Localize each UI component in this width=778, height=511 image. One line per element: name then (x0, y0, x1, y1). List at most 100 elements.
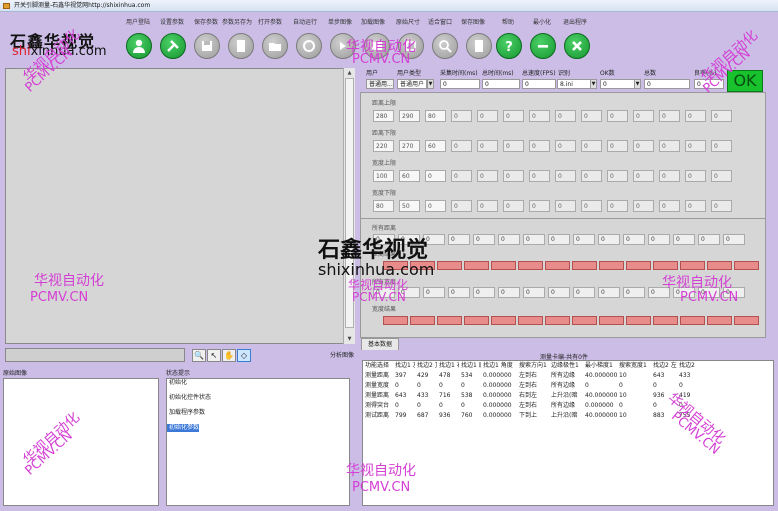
menu-item[interactable]: 最小化 (533, 17, 551, 26)
scroll-down-icon[interactable]: ▼ (345, 335, 354, 343)
range-value[interactable]: 0 (451, 200, 472, 212)
range-value[interactable]: 270 (399, 140, 420, 152)
range-value[interactable]: 0 (503, 170, 524, 182)
range-value[interactable]: 0 (711, 140, 732, 152)
range-value[interactable]: 0 (581, 140, 602, 152)
count-arrow[interactable]: ▼ (634, 79, 641, 89)
top-field-value[interactable]: 普通用... (366, 79, 394, 89)
help-button[interactable]: ? (496, 33, 522, 59)
range-value[interactable]: 0 (581, 110, 602, 122)
save-button[interactable] (194, 33, 220, 59)
top-field-value[interactable]: 普通用户 (397, 79, 427, 89)
table-row[interactable]: 测得突台 0 0 0 0 0.000000 左到右 所有边缘 0.000000 0 0 0 (363, 401, 773, 411)
range-value[interactable]: 0 (555, 110, 576, 122)
status-item[interactable]: 加载程序参数 (167, 409, 349, 417)
range-value[interactable]: 0 (529, 200, 550, 212)
status-item[interactable]: 初始化 (167, 379, 349, 387)
menu-item[interactable]: 适合窗口 (428, 17, 452, 26)
range-value[interactable]: 280 (373, 110, 394, 122)
range-value[interactable]: 0 (477, 110, 498, 122)
range-value[interactable]: 0 (607, 170, 628, 182)
range-value[interactable]: 290 (399, 110, 420, 122)
menu-item[interactable]: 自动运行 (293, 17, 317, 26)
menu-item[interactable]: 打开参数 (258, 17, 282, 26)
range-value[interactable]: 0 (581, 200, 602, 212)
range-value[interactable]: 0 (529, 110, 550, 122)
range-value[interactable]: 0 (607, 200, 628, 212)
range-value[interactable]: 0 (633, 110, 654, 122)
recycle-button[interactable] (296, 33, 322, 59)
menu-item[interactable]: 设置参数 (160, 17, 184, 26)
status-item[interactable]: 初始化参数 (167, 424, 200, 432)
pan-icon[interactable]: ✋ (222, 349, 236, 362)
range-value[interactable]: 0 (633, 170, 654, 182)
open-folder-button[interactable] (262, 33, 288, 59)
menu-item[interactable]: 单步图像 (328, 17, 352, 26)
tab-basic-data[interactable]: 基本数据 (361, 338, 399, 350)
pointer-icon[interactable]: ↖ (207, 349, 221, 362)
menu-item[interactable]: 原始尺寸 (396, 17, 420, 26)
range-value[interactable]: 0 (529, 170, 550, 182)
range-value[interactable]: 0 (607, 140, 628, 152)
menu-item[interactable]: 帮助 (502, 17, 514, 26)
menu-item[interactable]: 加载图像 (361, 17, 385, 26)
minimize-button[interactable] (530, 33, 556, 59)
exit-button[interactable] (564, 33, 590, 59)
range-value[interactable]: 0 (451, 140, 472, 152)
scroll-up-icon[interactable]: ▲ (345, 69, 354, 77)
range-value[interactable]: 0 (659, 110, 680, 122)
status-list[interactable]: 初始化初始化控件状态 加载程序参数 初始化参数 (166, 378, 350, 506)
range-value[interactable]: 0 (555, 170, 576, 182)
range-value[interactable]: 0 (503, 110, 524, 122)
range-value[interactable]: 0 (633, 140, 654, 152)
menu-item[interactable]: 退出程序 (563, 17, 587, 26)
range-value[interactable]: 0 (685, 170, 706, 182)
range-value[interactable]: 0 (555, 200, 576, 212)
range-value[interactable]: 0 (711, 200, 732, 212)
range-value[interactable]: 0 (529, 140, 550, 152)
table-row[interactable]: 测量距离 397 429 478 534 0.000000 左到右 所有边缘 40.000000… (363, 371, 773, 381)
range-value[interactable]: 0 (685, 110, 706, 122)
range-value[interactable]: 0 (503, 140, 524, 152)
range-value[interactable]: 0 (425, 200, 446, 212)
range-value[interactable]: 0 (581, 170, 602, 182)
save-image-button[interactable] (466, 33, 492, 59)
range-value[interactable]: 0 (711, 110, 732, 122)
range-value[interactable]: 0 (477, 140, 498, 152)
status-item[interactable]: 初始化控件状态 (167, 394, 349, 402)
range-value[interactable]: 50 (399, 200, 420, 212)
table-row[interactable]: 测量距离 643 433 716 538 0.000000 右到左 上升沿(暗 40.00000… (363, 391, 773, 401)
range-value[interactable]: 80 (373, 200, 394, 212)
roi-icon[interactable]: ◇ (237, 349, 251, 362)
menu-item[interactable]: 保存参数 (194, 17, 218, 26)
menu-item[interactable]: 用户登陆 (126, 17, 150, 26)
range-value[interactable]: 0 (659, 140, 680, 152)
table-row[interactable]: 测量宽度 0 0 0 0 0.000000 左到右 所有边缘 0 0 0 0 (363, 381, 773, 391)
range-value[interactable]: 0 (555, 140, 576, 152)
range-value[interactable]: 0 (503, 200, 524, 212)
fit-window-button[interactable] (432, 33, 458, 59)
zoom-icon[interactable]: 🔍 (192, 349, 206, 362)
range-value[interactable]: 0 (659, 170, 680, 182)
user-type-dropdown[interactable]: ▼ (427, 79, 434, 89)
save-as-button[interactable] (228, 33, 254, 59)
range-value[interactable]: 100 (373, 170, 394, 182)
tools-button[interactable] (160, 33, 186, 59)
menu-item[interactable]: 参数另存为 (222, 17, 252, 26)
range-value[interactable]: 60 (399, 170, 420, 182)
original-image-list[interactable] (3, 378, 159, 506)
range-value[interactable]: 220 (373, 140, 394, 152)
range-value[interactable]: 80 (425, 110, 446, 122)
range-value[interactable]: 0 (659, 200, 680, 212)
range-value[interactable]: 0 (477, 170, 498, 182)
range-value[interactable]: 0 (711, 170, 732, 182)
range-value[interactable]: 0 (451, 170, 472, 182)
range-value[interactable]: 0 (685, 200, 706, 212)
range-value[interactable]: 0 (633, 200, 654, 212)
range-value[interactable]: 0 (607, 110, 628, 122)
menu-item[interactable]: 保存图像 (461, 17, 485, 26)
range-value[interactable]: 0 (451, 110, 472, 122)
range-value[interactable]: 0 (425, 170, 446, 182)
user-button[interactable] (126, 33, 152, 59)
range-value[interactable]: 60 (425, 140, 446, 152)
